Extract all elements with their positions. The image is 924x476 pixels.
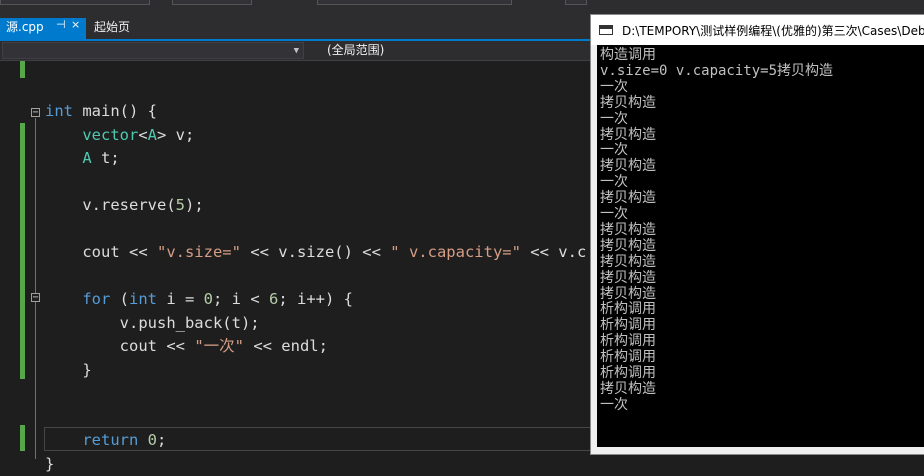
code-line[interactable]: vector<A> v; xyxy=(45,124,194,147)
code-token: ; i < xyxy=(213,290,270,308)
collapse-icon[interactable]: − xyxy=(31,293,40,303)
outline-line xyxy=(35,118,36,459)
chevron-down-icon: ▼ xyxy=(293,46,299,56)
tab-label: 源.cpp xyxy=(6,20,44,34)
collapse-icon[interactable]: − xyxy=(31,108,40,118)
scope-dropdown[interactable]: (全局范围) xyxy=(327,42,384,59)
code-token: main() { xyxy=(73,102,157,120)
code-line[interactable]: for (int i = 0; i < 6; i++) { xyxy=(45,288,353,311)
code-line[interactable]: } xyxy=(45,359,92,382)
code-token: i = xyxy=(157,290,204,308)
console-line: 析构调用 xyxy=(600,301,656,318)
code-token: < xyxy=(138,125,148,144)
code-token: v.reserve( xyxy=(45,196,176,214)
console-line: 析构调用 xyxy=(600,349,656,366)
solution-config-dropdown[interactable] xyxy=(0,0,150,5)
change-marker xyxy=(20,123,25,379)
code-token: cout << xyxy=(45,337,195,355)
project-dropdown[interactable]: ▼ xyxy=(2,42,304,59)
code-line[interactable]: int main() { xyxy=(45,100,157,123)
process-dropdown[interactable] xyxy=(317,0,512,5)
console-line: 析构调用 xyxy=(600,317,656,334)
code-token: "v.size=" xyxy=(156,243,241,261)
console-line: 一次 xyxy=(600,396,628,413)
code-line[interactable]: A t; xyxy=(45,147,120,170)
code-token: 0 xyxy=(147,431,158,449)
console-line: 拷贝构造 xyxy=(600,237,656,254)
code-token: " v.capacity=" xyxy=(390,243,521,261)
code-token: 6 xyxy=(269,290,279,308)
console-line: 拷贝构造 xyxy=(600,253,656,270)
console-line: 一次 xyxy=(600,206,628,222)
tab-label: 起始页 xyxy=(94,20,131,34)
code-line[interactable]: v.push_back(t); xyxy=(45,312,260,335)
code-line[interactable]: cout << "一次" << endl; xyxy=(45,335,328,358)
code-token: << endl; xyxy=(243,337,328,355)
code-token: v.push_back(t); xyxy=(45,313,260,332)
code-line[interactable]: return 0; xyxy=(45,429,166,452)
console-line: v.size=0 v.capacity=5拷贝构造 xyxy=(600,62,834,79)
code-line[interactable]: cout << "v.size=" << v.size() << " v.cap… xyxy=(45,241,586,264)
console-line: 拷贝构造 xyxy=(600,269,656,286)
code-token: cout << xyxy=(45,243,157,261)
code-token: 0 xyxy=(203,290,214,308)
console-line: 拷贝构造 xyxy=(600,221,656,238)
code-token: int xyxy=(129,290,157,308)
console-output: 构造调用 v.size=0 v.capacity=5拷贝构造 一次 拷贝构造 一次 拷贝构… xyxy=(597,45,924,447)
code-token: 5 xyxy=(175,196,185,214)
code-token: > v; xyxy=(157,125,195,144)
code-token: A xyxy=(82,149,92,167)
console-line: 拷贝构造 xyxy=(600,285,656,302)
console-line: 析构调用 xyxy=(600,333,656,350)
console-line: 一次 xyxy=(600,174,628,191)
code-token: return xyxy=(82,431,139,449)
console-line: 构造调用 xyxy=(600,47,656,63)
close-icon[interactable]: × xyxy=(71,18,80,31)
console-line: 一次 xyxy=(600,110,628,127)
change-marker xyxy=(20,425,25,451)
console-title-bar[interactable]: D:\TEMPORY\测试样例编程\(优雅的)第三次\Cases\Deb xyxy=(591,15,924,45)
code-token: ; xyxy=(157,431,167,449)
console-line: 拷贝构造 xyxy=(600,190,656,207)
code-token: } xyxy=(45,360,92,379)
code-token: int xyxy=(45,102,73,120)
change-marker xyxy=(20,61,25,78)
console-title: D:\TEMPORY\测试样例编程\(优雅的)第三次\Cases\Deb xyxy=(622,24,924,38)
code-token: for xyxy=(82,290,111,308)
pin-icon[interactable]: ⊣ xyxy=(56,18,66,31)
toolbar-dropdown[interactable] xyxy=(172,0,252,5)
thread-dropdown[interactable] xyxy=(565,0,587,5)
code-token: ( xyxy=(110,290,129,308)
code-token: << v.c xyxy=(520,243,587,261)
code-line[interactable]: v.reserve(5); xyxy=(45,194,204,217)
code-token: "一次" xyxy=(194,337,244,355)
code-token: A xyxy=(147,125,158,144)
code-token: vector xyxy=(82,125,139,144)
console-line: 一次 xyxy=(600,142,628,159)
code-token: ); xyxy=(185,196,204,214)
console-window[interactable]: D:\TEMPORY\测试样例编程\(优雅的)第三次\Cases\Deb 构造调… xyxy=(590,14,924,455)
tab-source-cpp[interactable]: 源.cpp ⊣ × xyxy=(0,18,86,39)
code-token: << v.size() << xyxy=(240,243,391,261)
console-line: 拷贝构造 xyxy=(600,158,656,175)
console-line: 拷贝构造 xyxy=(600,380,656,397)
code-token: } xyxy=(45,454,55,473)
tab-start-page[interactable]: 起始页 xyxy=(88,18,136,39)
code-token: t; xyxy=(91,149,120,167)
code-line[interactable]: } xyxy=(45,453,54,476)
console-line: 一次 xyxy=(600,78,628,95)
code-token: ; i++) { xyxy=(278,290,354,308)
console-line: 析构调用 xyxy=(600,365,656,381)
console-line: 拷贝构造 xyxy=(600,94,656,111)
console-app-icon xyxy=(599,25,613,35)
console-line: 拷贝构造 xyxy=(600,126,656,143)
